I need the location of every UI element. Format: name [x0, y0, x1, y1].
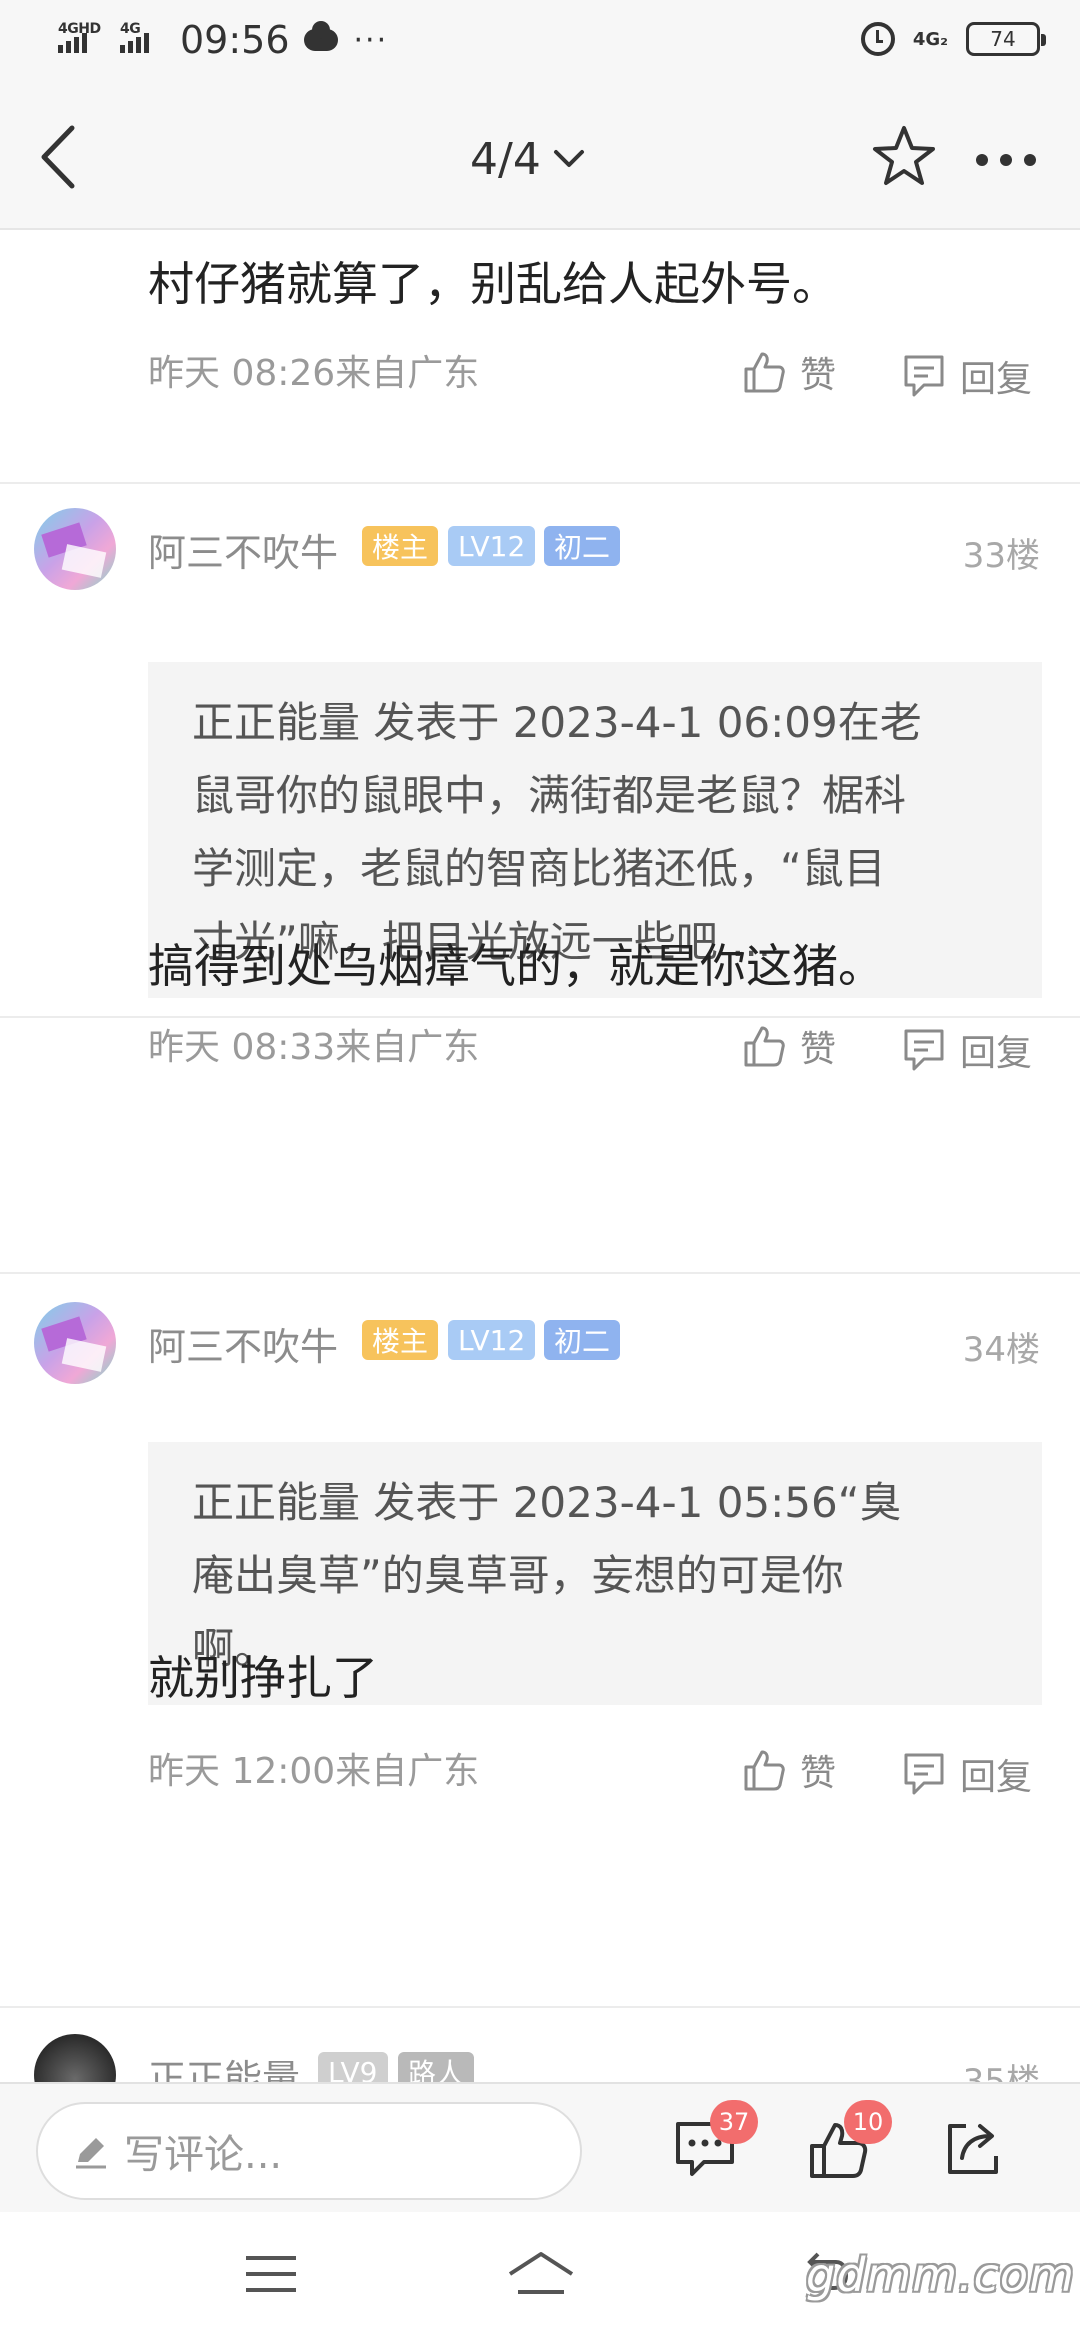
username[interactable]: 阿三不吹牛: [148, 1316, 338, 1371]
like-label: 赞: [800, 1753, 837, 1794]
post-item: 正正能量 LV9 路人 35楼: [0, 2010, 1080, 2082]
comments-button[interactable]: 37: [674, 2100, 758, 2182]
page-indicator: 4/4: [470, 133, 541, 185]
quote-line: 庵出臭草”的臭草哥，妄想的可是你: [192, 1551, 844, 1600]
post-item: 阿三不吹牛 楼主 LV12 初二 33楼 正正能量 发表于 2023-4-1 0…: [0, 484, 1080, 1018]
like-label: 赞: [800, 355, 837, 396]
floor-number: 35楼: [962, 2062, 1040, 2082]
post-item: 阿三不吹牛 楼主 LV12 初二 34楼 正正能量 发表于 2023-4-1 0…: [0, 1278, 1080, 2008]
quote-line: 学测定，老鼠的智商比猪还低，“鼠目: [192, 844, 886, 893]
reply-icon: [904, 355, 944, 397]
more-button[interactable]: [976, 154, 1036, 166]
level-badge: LV12: [448, 1320, 536, 1360]
comment-list[interactable]: 村仔猪就算了，别乱给人起外号。 昨天 08:26来自广东 赞 回复 阿三不吹牛 …: [0, 230, 1080, 2082]
like-count-badge: 10: [844, 2100, 892, 2144]
home-button[interactable]: [506, 2248, 576, 2302]
username[interactable]: 阿三不吹牛: [148, 522, 338, 577]
network-label: 4G₂: [912, 28, 948, 50]
post-meta-row: 昨天 08:33来自广东 赞 回复: [0, 1018, 1080, 1274]
alarm-icon: [860, 22, 895, 56]
post-meta: 昨天 08:33来自广东: [148, 1027, 480, 1068]
post-meta: 昨天 08:26来自广东: [148, 353, 480, 394]
owner-badge: 楼主: [362, 1320, 439, 1360]
dot-icon: [1000, 154, 1012, 166]
star-icon: [873, 126, 935, 185]
reply-button[interactable]: 回复: [902, 1024, 1032, 1076]
share-button[interactable]: [944, 2120, 1002, 2182]
reply-label: 回复: [960, 359, 1033, 400]
comment-placeholder: 写评论...: [124, 2132, 283, 2178]
avatar[interactable]: [34, 1302, 116, 1384]
battery-icon: 74: [966, 22, 1046, 56]
chevron-down-icon: [553, 150, 584, 167]
page-selector[interactable]: 4/4: [470, 124, 585, 194]
back-button[interactable]: [30, 122, 90, 192]
watermark: gdmm.com: [806, 2248, 1075, 2302]
reply-icon: [904, 1029, 944, 1071]
comment-bar: 写评论... 37 10: [0, 2082, 1080, 2212]
dot-icon: [976, 154, 988, 166]
status-left: 4GHD 4G 09:56 ···: [58, 18, 388, 62]
battery-level: 74: [990, 27, 1016, 51]
reply-button[interactable]: 回复: [902, 350, 1032, 402]
signal-label-2: 4G: [120, 21, 141, 37]
more-notifications-icon: ···: [353, 22, 389, 58]
avatar[interactable]: [34, 2034, 116, 2082]
post-text: 搞得到处乌烟瘴气的，就是你这猪。: [148, 939, 884, 993]
username[interactable]: 正正能量: [148, 2048, 300, 2082]
reply-label: 回复: [960, 1033, 1033, 1074]
quote-line: 鼠哥你的鼠眼中，满街都是老鼠？椐科: [192, 771, 907, 820]
favorite-button[interactable]: [872, 124, 936, 192]
post-item: 村仔猪就算了，别乱给人起外号。 昨天 08:26来自广东 赞 回复: [0, 230, 1080, 484]
like-label: 赞: [800, 1029, 837, 1070]
share-icon: [948, 2124, 998, 2174]
avatar[interactable]: [34, 508, 116, 590]
rank-badge: 初二: [544, 1320, 621, 1360]
nav-bar: 4/4: [0, 84, 1080, 230]
home-icon: [508, 2252, 574, 2294]
floor-number: 33楼: [962, 536, 1040, 576]
status-time: 09:56: [180, 18, 290, 62]
thumbs-up-icon: [744, 1750, 785, 1791]
quote-line: 正正能量 发表于 2023-4-1 05:56“臭: [192, 1478, 902, 1527]
quote-line: 正正能量 发表于 2023-4-1 06:09在老: [192, 698, 922, 747]
chevron-left-icon: [41, 125, 75, 189]
floor-number: 34楼: [962, 1330, 1040, 1370]
reply-icon: [904, 1753, 944, 1795]
reply-label: 回复: [960, 1757, 1033, 1798]
status-right: 4G₂ 74: [860, 22, 1046, 56]
thumbs-up-icon: [744, 352, 785, 393]
comment-input[interactable]: 写评论...: [36, 2102, 582, 2200]
owner-badge: 楼主: [362, 526, 439, 566]
comment-count-badge: 37: [710, 2100, 758, 2144]
post-text: 就别挣扎了: [148, 1651, 378, 1705]
cloud-icon: [303, 21, 338, 51]
signal-icon-2: 4G: [120, 21, 164, 53]
thumbs-up-icon: [744, 1026, 785, 1067]
signal-icon: 4GHD: [58, 21, 110, 53]
level-badge: LV12: [448, 526, 536, 566]
pencil-icon: [76, 2138, 106, 2169]
rank-badge: 初二: [544, 526, 621, 566]
post-meta: 昨天 12:00来自广东: [148, 1751, 480, 1792]
reply-button[interactable]: 回复: [902, 1748, 1032, 1800]
recent-apps-button[interactable]: [246, 2256, 296, 2292]
post-text: 村仔猪就算了，别乱给人起外号。: [148, 257, 838, 311]
rank-badge: 路人: [398, 2052, 475, 2082]
like-post-button[interactable]: 10: [808, 2100, 892, 2184]
level-badge: LV9: [318, 2052, 388, 2082]
dot-icon: [1024, 154, 1036, 166]
like-button[interactable]: 赞: [742, 1020, 836, 1072]
like-button[interactable]: 赞: [742, 346, 836, 398]
status-bar: 4GHD 4G 09:56 ··· 4G₂ 74: [0, 0, 1080, 84]
signal-label: 4GHD: [58, 21, 101, 37]
like-button[interactable]: 赞: [742, 1744, 836, 1796]
